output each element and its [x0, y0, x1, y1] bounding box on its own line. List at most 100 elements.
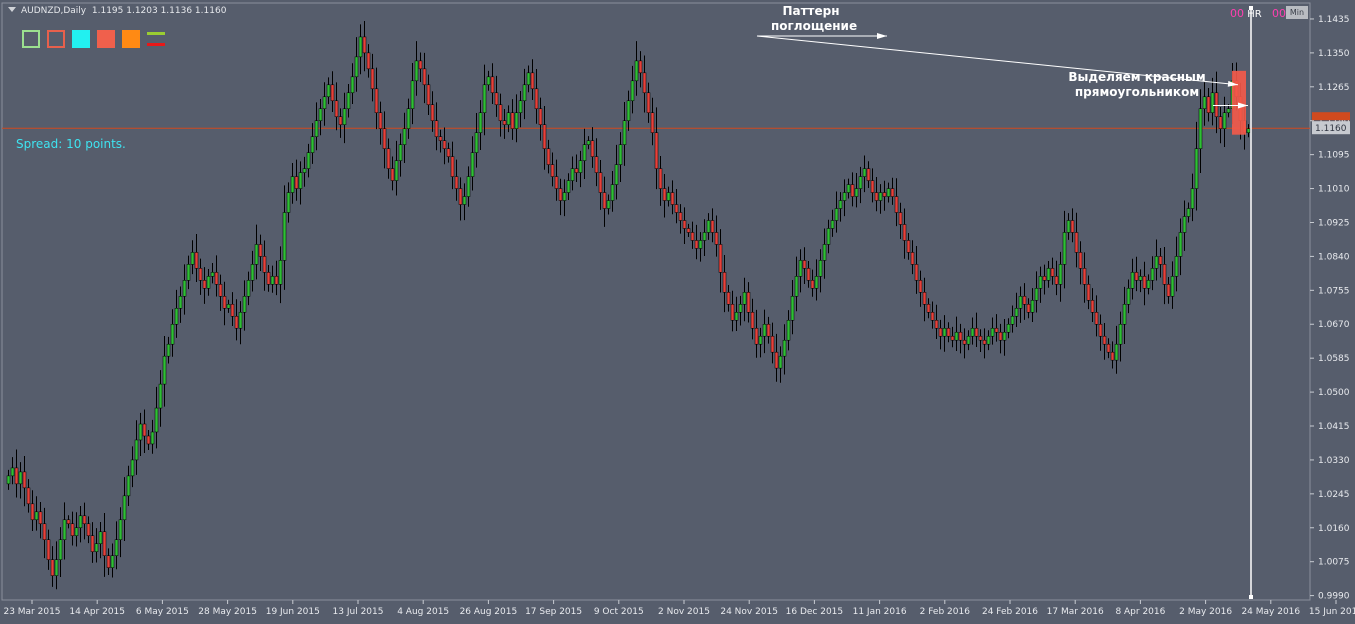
candle [326, 77, 331, 105]
candle-body [142, 423, 147, 437]
candle [562, 179, 567, 217]
y-tick-label: 1.0415 [1318, 422, 1350, 432]
cyan-fill-tool[interactable] [72, 30, 90, 48]
pattern-annotation-line1: Паттерн [782, 4, 840, 18]
chart-window[interactable]: { "header": {"symbol": "AUDNZD,Daily", "… [0, 0, 1355, 624]
candle [1002, 319, 1007, 356]
candle-body [874, 192, 879, 201]
candle-body [622, 120, 627, 145]
candle [822, 228, 827, 279]
rectangle-outline-red-tool[interactable] [47, 30, 65, 48]
candle-body [130, 459, 135, 477]
candle-body [1154, 256, 1159, 269]
pattern-annotation-line2: поглощение [771, 19, 858, 33]
candle-body [1214, 92, 1219, 117]
candle [26, 479, 31, 513]
candle-body [474, 132, 479, 153]
candle [1190, 173, 1195, 222]
candle-body [226, 304, 231, 309]
candle [978, 329, 983, 352]
candle-body [574, 168, 579, 173]
candle [54, 541, 59, 590]
candle [406, 98, 411, 139]
candle [1050, 257, 1055, 285]
candle-body [58, 539, 63, 560]
candle-body [158, 383, 163, 409]
candle-body [918, 280, 923, 293]
chevron-down-icon[interactable] [8, 7, 16, 12]
y-tick-label: 1.1095 [1318, 151, 1350, 161]
min-button[interactable]: Min [1286, 6, 1308, 19]
candle-body [962, 339, 967, 345]
candle [1110, 341, 1115, 369]
candle-body [754, 327, 759, 345]
candle [302, 156, 307, 187]
candle-body [1106, 343, 1111, 353]
candle-body [54, 559, 59, 576]
candle-body [134, 439, 139, 461]
candle [914, 246, 919, 294]
engulfing-highlight-rectangle[interactable] [1232, 70, 1246, 135]
candle [830, 209, 835, 237]
candle-body [702, 232, 707, 241]
candle-body [170, 323, 175, 345]
candle-body [782, 339, 787, 357]
candle-body [610, 184, 615, 201]
candle-body [1018, 296, 1023, 309]
candle-body [70, 523, 75, 537]
candle-body [446, 148, 451, 157]
rectangle-outline-green-tool[interactable] [22, 30, 40, 48]
candle-body [902, 224, 907, 241]
candle-body [1074, 232, 1079, 253]
candle [134, 420, 139, 475]
candle-body [750, 312, 755, 329]
candle-body [678, 212, 683, 221]
orange-fill-tool[interactable] [122, 30, 140, 48]
candle-body [894, 196, 899, 213]
candle [962, 328, 967, 359]
candle [1178, 218, 1183, 276]
candle [182, 264, 187, 315]
candle-body [182, 280, 187, 297]
candle-body [374, 88, 379, 113]
vertical-line[interactable] [1249, 6, 1253, 599]
candle-body [298, 172, 303, 189]
candle [798, 249, 803, 293]
line-color-tool[interactable] [147, 30, 165, 48]
candle [1150, 256, 1155, 291]
candle [722, 255, 727, 313]
candle [786, 310, 791, 351]
candle-body [1026, 304, 1031, 313]
candle [174, 289, 179, 338]
candle-body [778, 355, 783, 369]
candle-body [718, 244, 723, 273]
candles [6, 20, 1251, 590]
candle [110, 543, 115, 578]
candle-body [254, 244, 259, 265]
candle-body [1186, 208, 1191, 217]
candle [906, 233, 911, 260]
candle [834, 191, 839, 233]
red-annotation-line2: прямоугольником [1074, 85, 1200, 99]
candle [50, 546, 55, 587]
candle [710, 208, 715, 243]
candle [678, 204, 683, 234]
candle-body [194, 252, 199, 269]
candle [702, 219, 707, 257]
candle-body [218, 284, 223, 297]
candle-body [10, 467, 15, 477]
candle [10, 457, 15, 485]
candle [382, 111, 387, 169]
candle-body [698, 240, 703, 249]
candle [378, 101, 383, 145]
candle [698, 232, 703, 262]
candle [966, 330, 971, 351]
candle [1006, 318, 1011, 339]
candle [230, 292, 235, 327]
candle-body [626, 100, 631, 121]
x-tick-label: 13 Jul 2015 [333, 607, 384, 617]
candle-body [558, 188, 563, 201]
vertical-line-handle-bottom[interactable] [1249, 595, 1253, 599]
candle [170, 309, 175, 357]
red-fill-tool[interactable] [97, 30, 115, 48]
